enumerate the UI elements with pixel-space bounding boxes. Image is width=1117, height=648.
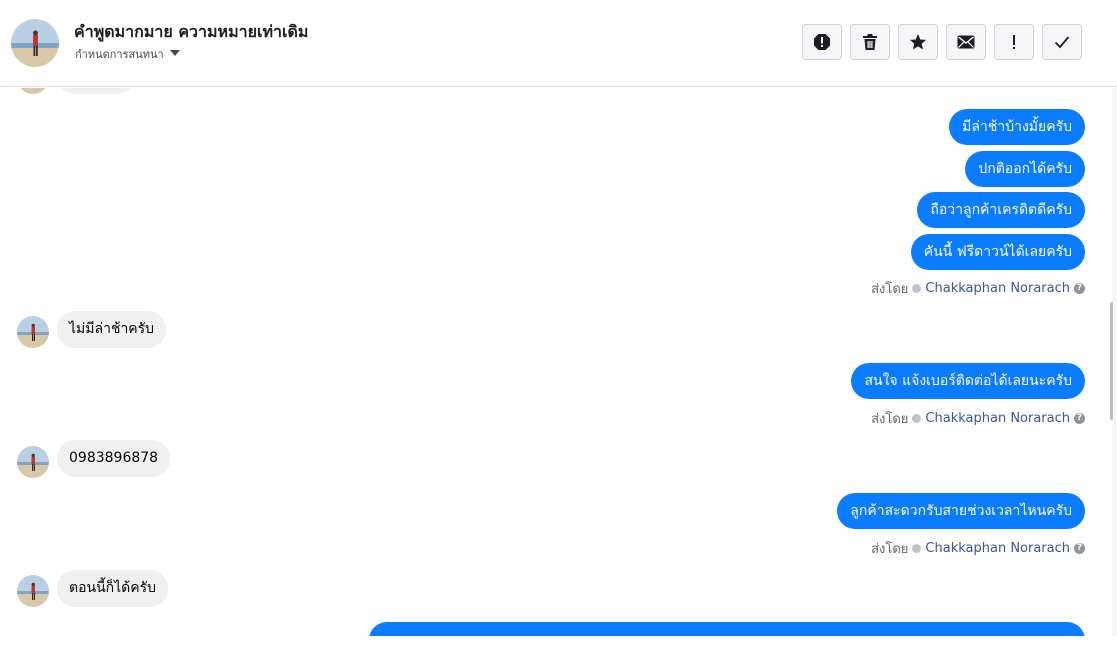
envelope-icon — [957, 35, 975, 49]
contact-avatar-small — [17, 446, 49, 478]
help-icon[interactable]: ? — [1074, 283, 1085, 294]
sent-by-info: ส่งโดย Chakkaphan Norarach ? — [871, 538, 1085, 559]
star-button[interactable] — [898, 24, 938, 60]
outgoing-message: มีล่าช้าบ้างมั้ยครับ — [949, 109, 1085, 145]
bottom-edge — [0, 636, 1117, 648]
mark-done-button[interactable] — [1042, 24, 1082, 60]
contact-avatar-small — [17, 575, 49, 607]
outgoing-message: ปกติออกได้ครับ — [965, 151, 1085, 187]
outgoing-message-partial — [369, 622, 1085, 636]
verified-check-icon — [912, 284, 922, 293]
sent-by-info: ส่งโดย Chakkaphan Norarach ? — [871, 408, 1085, 429]
contact-avatar[interactable] — [11, 19, 59, 67]
thread-scrollbar-thumb[interactable] — [1110, 302, 1113, 420]
verified-check-icon — [912, 414, 922, 423]
caret-down-icon — [169, 50, 180, 56]
incoming-message: ตอนนี้ก็ได้ครับ — [57, 570, 169, 607]
sent-by-label: ส่งโดย — [871, 282, 909, 297]
contact-avatar-small — [17, 88, 49, 94]
message-thread[interactable]: มีล่าช้าบ้างมั้ยครับ ปกติออกได้ครับ ถือว… — [0, 88, 1112, 636]
sender-name-link[interactable]: Chakkaphan Norarach — [925, 541, 1070, 556]
incoming-message-partial — [57, 88, 135, 94]
help-icon[interactable]: ? — [1074, 413, 1085, 424]
sender-name-link[interactable]: Chakkaphan Norarach — [925, 281, 1070, 296]
incoming-message: 0983896878 — [57, 440, 171, 477]
sent-by-info: ส่งโดย Chakkaphan Norarach ? — [871, 278, 1085, 299]
conversation-settings-label: กำหนดการสนทนา — [75, 48, 164, 61]
star-icon — [909, 33, 927, 51]
sender-name-link[interactable]: Chakkaphan Norarach — [925, 411, 1070, 426]
outgoing-message: สนใจ แจ้งเบอร์ติดต่อได้เลยนะครับ — [851, 363, 1085, 399]
verified-check-icon — [912, 544, 922, 553]
incoming-message: ไม่มีล่าช้าครับ — [57, 311, 167, 348]
mark-unread-button[interactable] — [946, 24, 986, 60]
report-spam-button[interactable] — [802, 24, 842, 60]
outgoing-message: ถือว่าลูกค้าเครดิตดีครับ — [917, 192, 1085, 228]
conversation-title: คำพูดมากมาย ความหมายเท่าเดิม — [74, 22, 309, 41]
help-icon[interactable]: ? — [1074, 543, 1085, 554]
exclamation-icon — [1011, 34, 1017, 50]
conversation-header: คำพูดมากมาย ความหมายเท่าเดิม กำหนดการสนท… — [0, 0, 1117, 87]
checkmark-icon — [1054, 35, 1070, 49]
sent-by-label: ส่งโดย — [871, 542, 909, 557]
delete-button[interactable] — [850, 24, 890, 60]
trash-icon — [862, 33, 878, 51]
follow-up-button[interactable] — [994, 24, 1034, 60]
conversation-settings-dropdown[interactable]: กำหนดการสนทนา — [75, 45, 180, 63]
report-spam-icon — [813, 33, 831, 51]
outgoing-message: คันนี้ ฟรีดาวน์ได้เลยครับ — [910, 234, 1085, 270]
sent-by-label: ส่งโดย — [871, 412, 909, 427]
contact-avatar-small — [17, 316, 49, 348]
outgoing-message: ลูกค้าสะดวกรับสายช่วงเวลาไหนครับ — [837, 493, 1085, 529]
